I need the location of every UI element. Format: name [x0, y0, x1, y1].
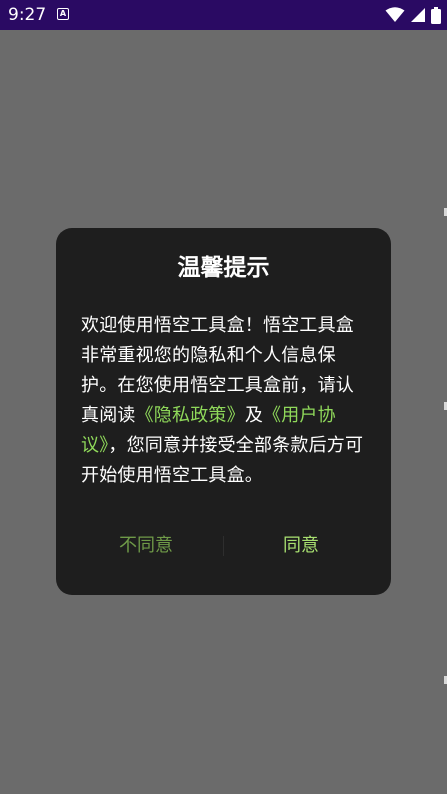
message-outro: ，您同意并接受全部条款后方可开始使用悟空工具盒。 [81, 435, 364, 486]
button-divider [223, 536, 224, 556]
dialog-title: 温馨提示 [177, 255, 270, 281]
wifi-icon [385, 7, 405, 23]
privacy-dialog: 温馨提示 欢迎使用悟空工具盒！悟空工具盒非常重视您的隐私和个人信息保护。在您使用… [56, 228, 391, 595]
agree-button[interactable]: 同意 [241, 528, 361, 564]
dialog-message: 欢迎使用悟空工具盒！悟空工具盒非常重视您的隐私和个人信息保护。在您使用悟空工具盒… [81, 311, 369, 491]
message-and: 及 [244, 405, 264, 426]
screen: 9:27 A 温馨提示 欢迎使用悟空工具盒！悟空工具盒非常重视您的隐私和个人信息… [0, 0, 447, 794]
battery-icon [431, 6, 441, 24]
signal-icon [410, 7, 426, 23]
privacy-policy-link[interactable]: 《隐私政策》 [136, 405, 245, 426]
status-bar: 9:27 A [0, 0, 447, 30]
status-time: 9:27 [8, 5, 47, 25]
disagree-button[interactable]: 不同意 [86, 528, 206, 564]
app-notification-icon: A [57, 8, 69, 20]
status-icons [385, 6, 441, 24]
dialog-actions: 不同意 同意 [56, 528, 391, 564]
